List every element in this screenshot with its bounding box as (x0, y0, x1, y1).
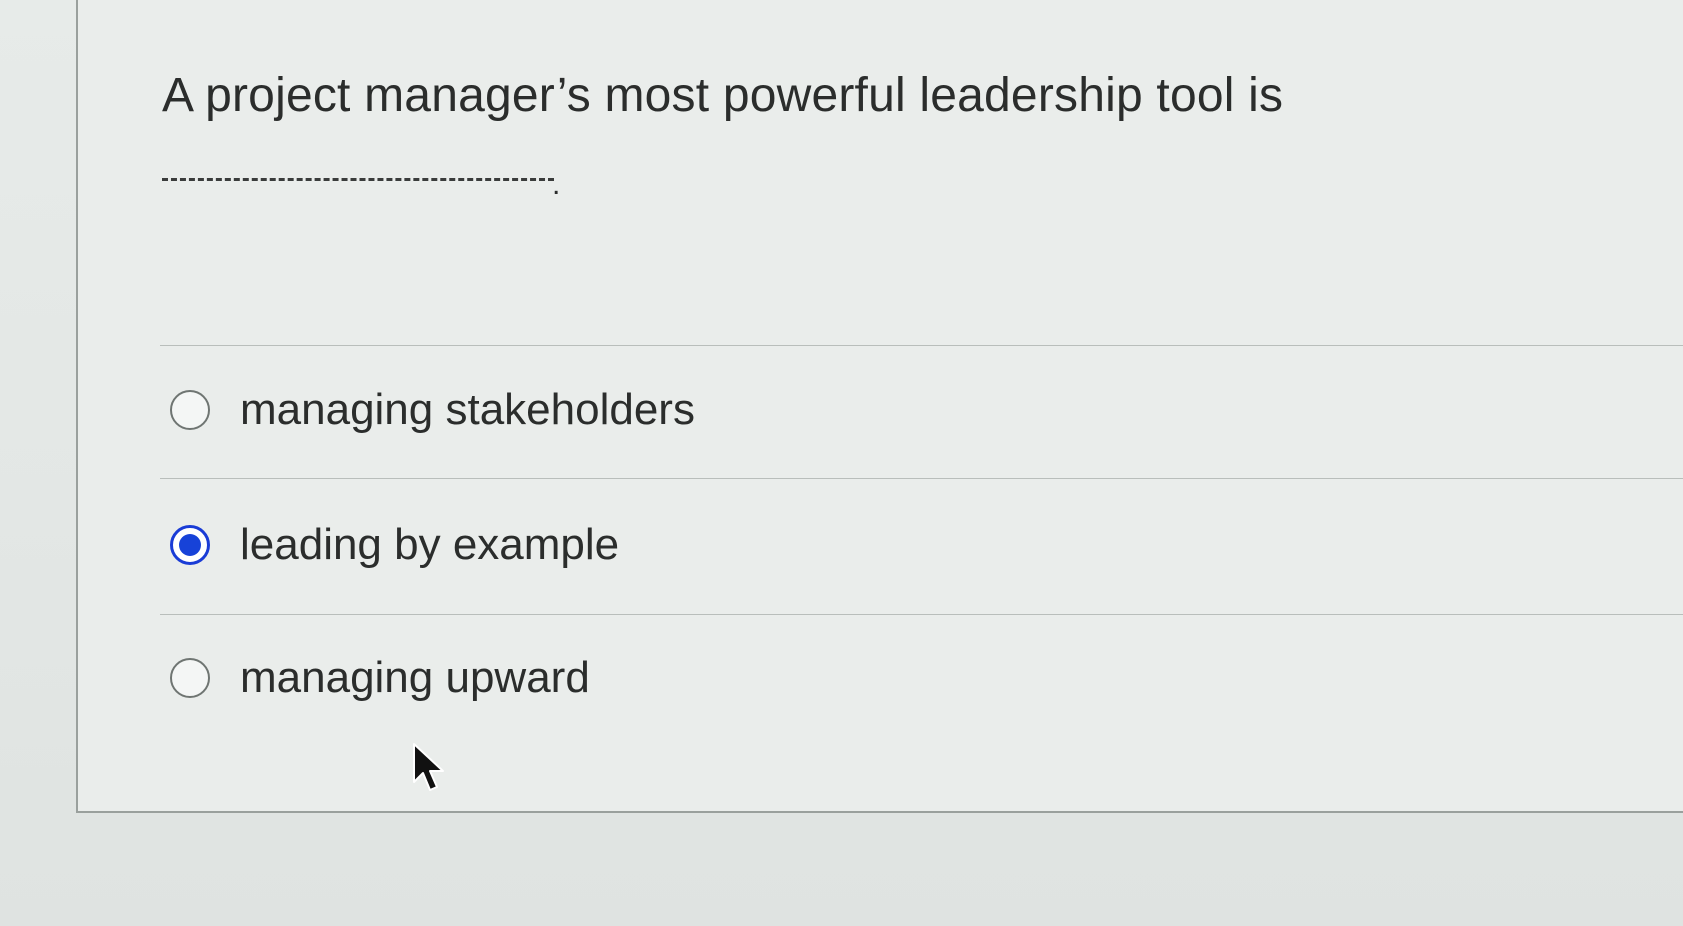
quiz-page: A project manager’s most powerful leader… (0, 0, 1683, 926)
answer-divider (160, 345, 1683, 346)
radio-button[interactable] (170, 390, 210, 430)
answer-divider (160, 614, 1683, 615)
radio-button-selected[interactable] (170, 525, 210, 565)
question-text: A project manager’s most powerful leader… (162, 69, 1284, 122)
answer-option-managing-stakeholders[interactable]: managing stakeholders (170, 375, 695, 445)
answer-divider (160, 478, 1683, 479)
blank-period: . (552, 168, 561, 201)
answer-label: managing upward (240, 653, 590, 702)
answer-option-managing-upward[interactable]: managing upward (170, 643, 590, 713)
mouse-pointer-arrow-icon (413, 743, 444, 791)
answer-blank-line (162, 178, 554, 181)
radio-button[interactable] (170, 658, 210, 698)
answer-label: leading by example (240, 520, 620, 569)
answer-label: managing stakeholders (240, 385, 695, 434)
answer-option-leading-by-example[interactable]: leading by example (170, 510, 619, 580)
